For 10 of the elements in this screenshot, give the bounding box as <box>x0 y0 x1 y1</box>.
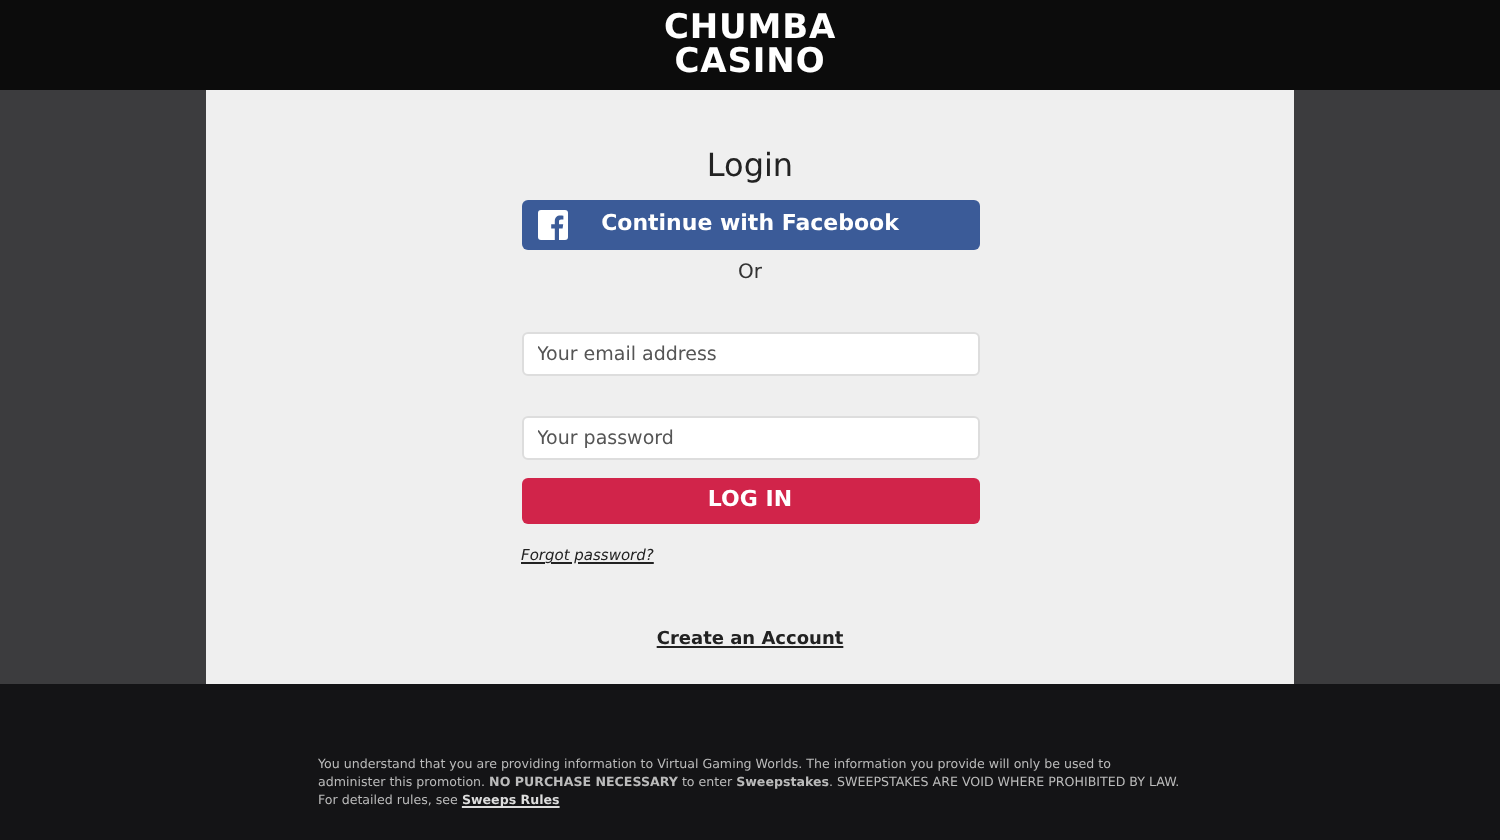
separator-text: Or <box>738 260 762 288</box>
facebook-icon <box>537 210 567 240</box>
login-button[interactable]: LOG IN <box>521 478 979 524</box>
email-field[interactable]: Your email address <box>521 332 979 376</box>
logo-text: CHUMBA <box>663 11 837 45</box>
password-field[interactable]: Your password <box>521 416 979 460</box>
logo-text: CASINO <box>674 45 826 79</box>
facebook-button[interactable]: Continue with Facebook <box>521 200 979 250</box>
create-account-link[interactable]: Create an Account <box>656 628 844 655</box>
login-title: Login <box>706 146 794 186</box>
